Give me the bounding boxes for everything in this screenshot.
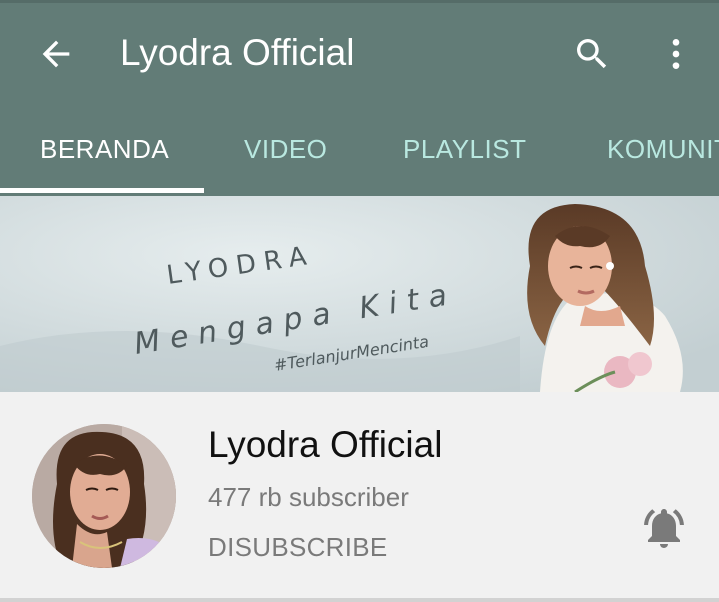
channel-name: Lyodra Official: [208, 424, 443, 465]
channel-banner: LYODRA Mengapa Kita #TerlanjurMencinta: [0, 196, 719, 392]
arrow-back-icon: [42, 40, 70, 68]
back-button[interactable]: [30, 28, 82, 80]
app-bar: Lyodra Official BERANDA VIDEO PLAYLIST K…: [0, 0, 719, 196]
tab-komunitas[interactable]: KOMUNITAS: [607, 112, 719, 190]
search-icon: [577, 39, 607, 69]
content-divider: [0, 598, 719, 602]
notification-bell-button[interactable]: [636, 500, 692, 556]
more-options-button[interactable]: [654, 28, 698, 80]
tab-beranda[interactable]: BERANDA: [40, 112, 169, 190]
search-button[interactable]: [566, 28, 618, 80]
banner-artwork: LYODRA Mengapa Kita #TerlanjurMencinta: [0, 196, 719, 392]
subscribed-button[interactable]: DISUBSCRIBE: [208, 532, 388, 563]
status-divider: [0, 0, 719, 3]
channel-tabs: BERANDA VIDEO PLAYLIST KOMUNITAS: [0, 112, 719, 196]
channel-header: Lyodra Official 477 rb subscriber DISUBS…: [0, 392, 719, 602]
channel-title: Lyodra Official: [120, 32, 355, 73]
tab-video[interactable]: VIDEO: [244, 112, 327, 190]
avatar-portrait: [32, 424, 176, 568]
active-tab-indicator: [0, 188, 204, 193]
more-vert-icon: [672, 39, 680, 69]
bell-ringing-icon: [644, 509, 684, 548]
subscriber-count: 477 rb subscriber: [208, 482, 409, 512]
tab-playlist[interactable]: PLAYLIST: [403, 112, 526, 190]
channel-avatar[interactable]: [32, 424, 176, 568]
